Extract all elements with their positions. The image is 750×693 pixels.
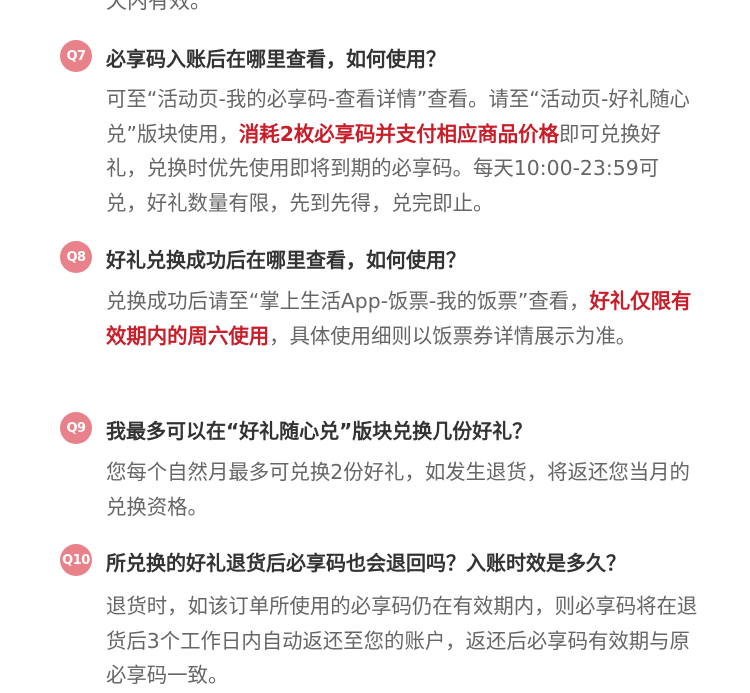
answer-text: 兑换成功后请至“掌上生活App-饭票-我的饭票”查看，好礼仅限有效期内的周六使用… — [106, 284, 698, 353]
answer-text: 退货时，如该订单所使用的必享码仍在有效期内，则必享码将在退货后3个工作日内自动返… — [106, 589, 698, 693]
question-badge: Q8 — [60, 241, 92, 273]
question-text: 所兑换的好礼退货后必享码也会退回吗？入账时效是多久？ — [106, 551, 626, 575]
answer-text: 可至“活动页-我的必享码-查看详情”查看。请至“活动页-好礼随心兑”版块使用，消… — [106, 82, 698, 220]
answer-segment: 兑换成功后请至“掌上生活App-饭票-我的饭票”查看， — [106, 289, 590, 313]
previous-answer-tail: 天内有效。 — [106, 0, 211, 13]
question-badge: Q9 — [60, 412, 92, 444]
answer-text: 您每个自然月最多可兑换2份好礼，如发生退货，将返还您当月的兑换资格。 — [106, 455, 698, 524]
question-text: 必享码入账后在哪里查看，如何使用？ — [106, 47, 446, 71]
question-badge: Q10 — [60, 544, 92, 576]
answer-highlight: 消耗2枚必享码并支付相应商品价格 — [238, 121, 559, 146]
question-text: 我最多可以在“好礼随心兑”版块兑换几份好礼？ — [106, 419, 533, 443]
question-badge: Q7 — [60, 40, 92, 72]
answer-segment: 您每个自然月最多可兑换2份好礼，如发生退货，将返还您当月的兑换资格。 — [106, 460, 690, 519]
answer-segment: 退货时，如该订单所使用的必享码仍在有效期内，则必享码将在退货后3个工作日内自动返… — [106, 594, 698, 687]
answer-segment: ，具体使用细则以饭票券详情展示为准。 — [269, 323, 637, 348]
question-text: 好礼兑换成功后在哪里查看，如何使用？ — [106, 248, 466, 272]
